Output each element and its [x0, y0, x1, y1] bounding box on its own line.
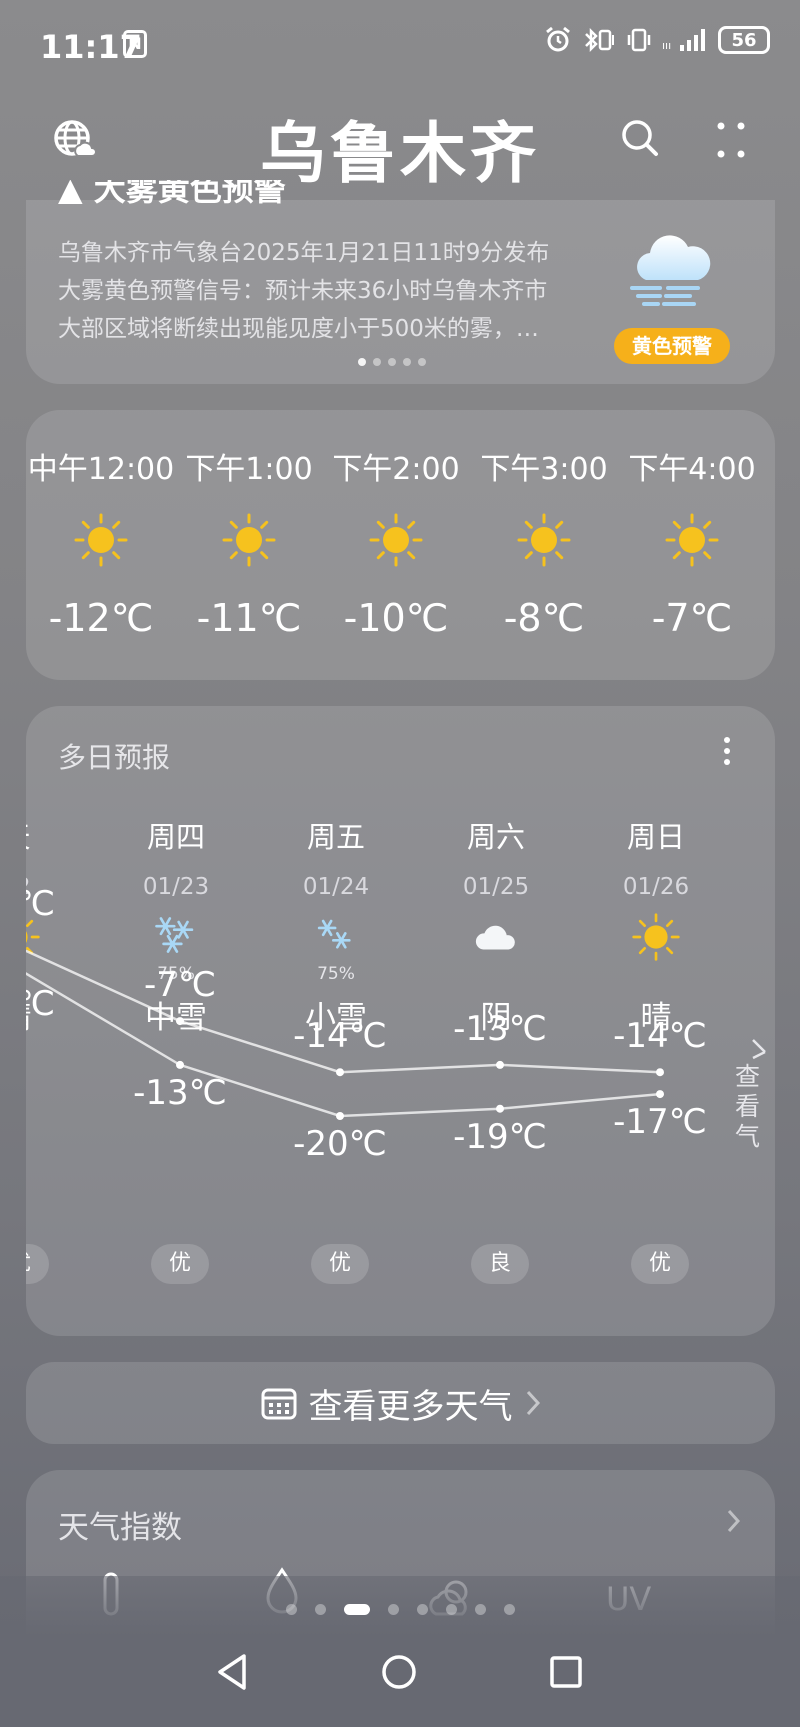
hour-time: 中午12:00 — [27, 452, 175, 487]
chevron-right-icon[interactable] — [726, 1508, 742, 1534]
index-title: 天气指数 — [58, 1510, 182, 1546]
chevron-right-icon — [526, 1390, 540, 1416]
alert-level-badge: 黄色预警 — [614, 328, 730, 364]
bluetooth-vibrate-icon — [585, 27, 614, 53]
low-temp-point — [656, 1090, 664, 1099]
status-bar: 11:17 N ııı 56 — [0, 0, 800, 90]
aqi-badge: 优 — [631, 1244, 689, 1284]
low-temp-point — [496, 1104, 504, 1113]
aqi-badge: 良 — [471, 1244, 529, 1284]
aqi-badge: 优 — [311, 1244, 369, 1284]
signal-icon: ııı — [662, 29, 705, 52]
alert-pager — [358, 358, 426, 366]
calendar-icon — [261, 1388, 296, 1420]
hour-time: 下午4:00 — [628, 452, 756, 487]
svg-text:ııı: ııı — [662, 39, 671, 52]
hour-temp: -7℃ — [651, 596, 733, 640]
hourly-forecast-card[interactable]: 中午12:00 -12℃ 下午1:00 -11℃ 下午2:00 -10℃ 下午3:00… — [26, 410, 775, 680]
alert-line: 大雾黄色预警信号：预计未来36小时乌鲁木齐市 — [58, 278, 548, 304]
low-temp-label: -13℃ — [133, 1072, 227, 1113]
hourly-item: 下午1:00 -11℃ — [174, 444, 324, 640]
hourly-item: 下午3:00 -8℃ — [469, 444, 619, 640]
fog-icon — [630, 235, 711, 306]
recents-icon[interactable] — [550, 1656, 582, 1688]
alert-title-row: ▲ 大雾黄色预警 — [58, 180, 358, 208]
low-temp-label: ℃ — [26, 984, 56, 1024]
hour-temp: -11℃ — [196, 596, 302, 640]
status-icons: ııı 56 — [544, 26, 770, 54]
more-daily-label: 查看 — [735, 1062, 761, 1121]
sun-icon — [369, 513, 423, 567]
aqi-badge: 优 — [151, 1244, 209, 1284]
alarm-icon — [546, 26, 570, 52]
high-temp-point — [336, 1068, 344, 1077]
battery-indicator: 56 — [718, 26, 770, 54]
vibrate-icon — [627, 28, 651, 52]
home-icon[interactable] — [382, 1655, 416, 1689]
hour-temp: -12℃ — [48, 596, 154, 640]
view-more-weather-button[interactable]: 查看更多天气 — [26, 1362, 775, 1444]
more-daily-label2: 气 — [735, 1122, 761, 1151]
more-daily-link[interactable]: 查看 气 — [735, 1036, 775, 1152]
low-temp-point — [176, 1060, 184, 1069]
alert-line: 大部区域将断续出现能见度小于500米的雾，… — [58, 316, 539, 342]
warning-icon: ▲ — [58, 180, 94, 208]
hourly-item: 下午2:00 -10℃ — [321, 444, 471, 640]
hour-time: 下午3:00 — [480, 452, 608, 487]
hour-temp: -8℃ — [503, 596, 585, 640]
high-temp-point — [176, 1017, 184, 1026]
hour-temp: -10℃ — [343, 596, 449, 640]
sun-icon — [665, 513, 719, 567]
high-temp-label: -7℃ — [143, 965, 217, 1006]
hourly-item: 下午4:00 -7℃ — [617, 444, 767, 640]
navigation-bar — [218, 1654, 582, 1690]
hour-time: 下午1:00 — [185, 452, 313, 487]
city-pager[interactable] — [0, 1604, 800, 1615]
sun-icon — [222, 513, 276, 567]
back-icon[interactable] — [218, 1654, 246, 1690]
pager-dot[interactable] — [343, 1604, 370, 1615]
sun-icon — [517, 513, 571, 567]
sun-icon — [74, 513, 128, 567]
nfc-icon: N — [123, 30, 147, 58]
low-temp-label: -19℃ — [453, 1116, 547, 1157]
hourly-item: 中午12:00 -12℃ — [26, 444, 176, 640]
daily-forecast-card[interactable]: 多日预报 天 22 晴周四 01/23 75% 中雪周五 01/24 75% 小… — [26, 706, 775, 1336]
low-temp-point — [336, 1112, 344, 1120]
hour-time: 下午2:00 — [332, 452, 460, 487]
pager-dot[interactable] — [503, 1604, 515, 1615]
high-temp-label: -13℃ — [453, 1008, 547, 1049]
pager-dot[interactable] — [474, 1604, 486, 1615]
search-icon[interactable] — [620, 118, 660, 158]
high-temp-label: ℃ — [26, 884, 56, 925]
pager-dot[interactable] — [387, 1604, 399, 1615]
pager-dot[interactable] — [416, 1604, 428, 1615]
pager-dot[interactable] — [314, 1604, 326, 1615]
high-temp-point — [656, 1068, 664, 1077]
high-temp-point — [496, 1060, 504, 1069]
low-temp-label: -20℃ — [293, 1124, 387, 1164]
alert-line: 乌鲁木齐市气象台2025年1月21日11时9分发布 — [58, 240, 550, 266]
low-temp-label: -17℃ — [613, 1102, 707, 1143]
high-temp-label: -14℃ — [613, 1016, 707, 1057]
more-icon[interactable] — [716, 120, 746, 160]
pager-dot[interactable] — [285, 1604, 297, 1615]
alert-title: 大雾黄色预警 — [93, 180, 286, 208]
view-more-label: 查看更多天气 — [308, 1386, 513, 1427]
pager-dot[interactable] — [445, 1604, 457, 1615]
high-temp-label: -14℃ — [293, 1016, 387, 1057]
alert-text: 乌鲁木齐市气象台2025年1月21日11时9分发布 大雾黄色预警信号：预计未来3… — [58, 234, 588, 348]
calendar-icon — [752, 1039, 766, 1060]
